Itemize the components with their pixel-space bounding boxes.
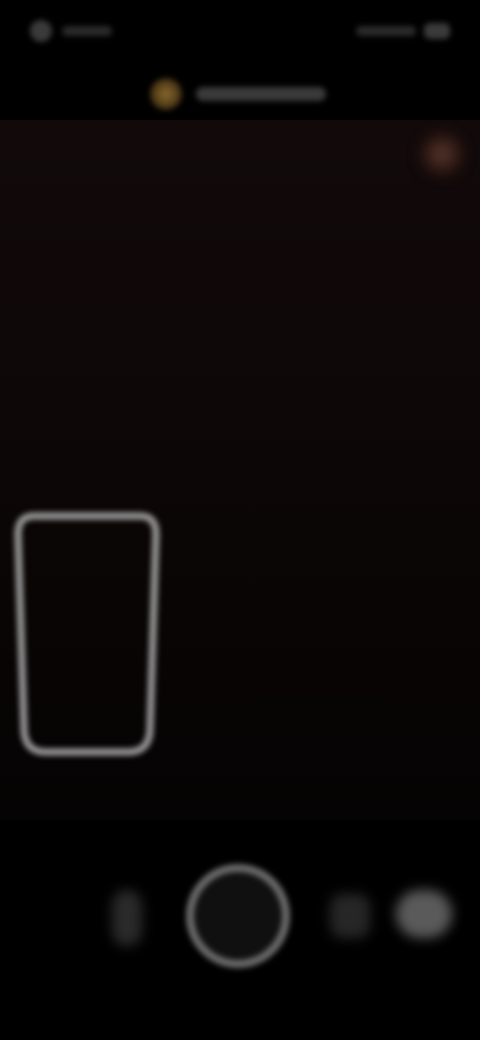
flash-icon[interactable] (112, 890, 142, 946)
light-indicator-icon[interactable] (420, 132, 464, 176)
gallery-frame-icon[interactable] (12, 506, 162, 762)
shutter-button[interactable] (186, 864, 290, 968)
notification-text-placeholder (196, 87, 326, 101)
shutter-icon (194, 872, 195, 873)
switch-mode-icon[interactable] (330, 894, 370, 938)
profile-dot-icon (30, 20, 52, 42)
app-notification-icon (150, 78, 182, 110)
camera-screen (0, 0, 480, 1040)
status-right-cluster (350, 20, 450, 42)
signal-placeholder (356, 26, 416, 36)
battery-icon (424, 23, 450, 39)
status-left-cluster (30, 20, 120, 42)
camera-flip-icon[interactable] (396, 890, 452, 938)
status-time-placeholder (62, 26, 112, 36)
notification-pill[interactable] (150, 72, 340, 116)
status-bar (0, 0, 480, 64)
